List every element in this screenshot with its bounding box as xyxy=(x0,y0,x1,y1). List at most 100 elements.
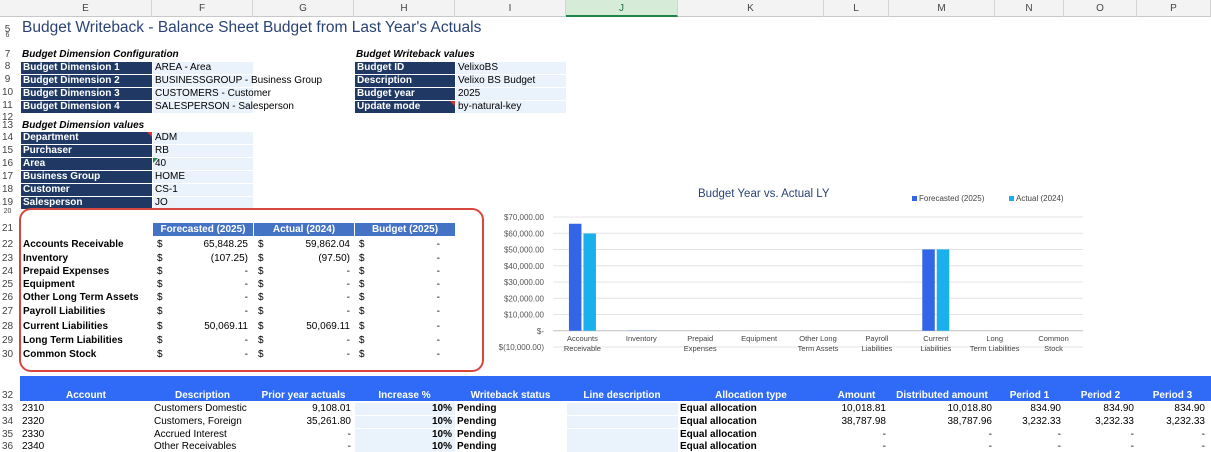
row-number[interactable]: 11 xyxy=(0,100,15,111)
detail-cell[interactable]: Pending xyxy=(457,416,496,428)
detail-cell[interactable]: Pending xyxy=(457,429,496,441)
detail-cell[interactable]: - xyxy=(995,429,1061,441)
row-number[interactable]: 26 xyxy=(0,292,15,303)
dim_config-value[interactable]: BUSINESSGROUP - Business Group xyxy=(153,75,322,87)
row-number[interactable]: 14 xyxy=(0,132,15,143)
detail-header[interactable]: Increase % xyxy=(354,390,455,401)
detail-header[interactable]: Period 2 xyxy=(1064,390,1137,401)
detail-cell[interactable]: Accrued Interest xyxy=(154,429,227,441)
row-number[interactable]: 10 xyxy=(0,87,15,98)
row-number[interactable]: 27 xyxy=(0,306,15,317)
detail-cell[interactable]: - xyxy=(1137,429,1205,441)
detail-cell[interactable]: - xyxy=(824,429,886,441)
detail-cell[interactable]: 38,787.98 xyxy=(824,416,887,428)
detail-header[interactable]: Allocation type xyxy=(678,390,824,401)
detail-header[interactable]: Line description xyxy=(566,390,678,401)
dim_config-value[interactable]: AREA - Area xyxy=(153,62,253,74)
column-header-k[interactable]: K xyxy=(678,0,824,17)
dim_values-value[interactable]: HOME xyxy=(153,171,253,183)
row-number[interactable]: 7 xyxy=(0,49,15,60)
row-number[interactable]: 6 xyxy=(0,32,15,39)
detail-header[interactable]: Prior year actuals xyxy=(253,390,354,401)
detail-cell[interactable]: 10,018.81 xyxy=(824,403,887,415)
detail-cell[interactable]: 2340 xyxy=(22,441,44,452)
detail-cell[interactable]: 10% xyxy=(354,429,452,441)
writeback-value[interactable]: by-natural-key xyxy=(456,101,566,113)
column-header-e[interactable]: E xyxy=(20,0,152,17)
detail-cell[interactable]: 10% xyxy=(354,416,452,428)
dim_config-value[interactable]: SALESPERSON - Salesperson xyxy=(153,101,294,113)
detail-cell[interactable]: Other Receivables xyxy=(154,441,236,452)
detail-cell[interactable]: Customers, Foreign xyxy=(154,416,242,428)
detail-cell[interactable]: Customers Domestic xyxy=(154,403,247,415)
row-number[interactable]: 36 xyxy=(0,441,15,452)
detail-header[interactable]: Account xyxy=(20,390,152,401)
detail-cell[interactable]: Equal allocation xyxy=(680,441,757,452)
detail-cell[interactable]: Pending xyxy=(457,441,496,452)
dim_values-value[interactable]: CS-1 xyxy=(153,184,253,196)
row-number[interactable]: 16 xyxy=(0,158,15,169)
detail-cell[interactable]: 834.90 xyxy=(995,403,1061,415)
row-number[interactable]: 23 xyxy=(0,253,15,264)
detail-cell[interactable]: 3,232.33 xyxy=(1064,416,1134,428)
detail-cell[interactable]: - xyxy=(824,441,886,452)
detail-cell[interactable]: - xyxy=(1137,441,1205,452)
column-header-n[interactable]: N xyxy=(995,0,1064,17)
detail-cell[interactable]: Equal allocation xyxy=(680,416,757,428)
writeback-value[interactable]: Velixo BS Budget xyxy=(456,75,566,87)
detail-cell[interactable]: - xyxy=(889,429,992,441)
row-number[interactable]: 35 xyxy=(0,429,15,440)
row-number[interactable]: 13 xyxy=(0,120,15,131)
detail-cell[interactable]: - xyxy=(253,441,351,452)
detail-cell[interactable]: Pending xyxy=(457,403,496,415)
dim_config-value[interactable]: CUSTOMERS - Customer xyxy=(153,88,271,100)
dim_values-value[interactable]: ADM xyxy=(153,132,253,144)
detail-cell[interactable]: Equal allocation xyxy=(680,429,757,441)
row-number[interactable]: 33 xyxy=(0,403,15,414)
detail-cell[interactable]: 10% xyxy=(354,441,452,452)
detail-cell[interactable]: 9,108.01 xyxy=(253,403,351,415)
detail-cell[interactable]: 35,261.80 xyxy=(253,416,352,428)
column-header-o[interactable]: O xyxy=(1064,0,1137,17)
row-number[interactable]: 17 xyxy=(0,171,15,182)
row-number[interactable]: 30 xyxy=(0,349,15,360)
row-number[interactable]: 18 xyxy=(0,184,15,195)
detail-cell[interactable]: Equal allocation xyxy=(680,403,757,415)
detail-cell[interactable]: 10% xyxy=(354,403,452,415)
detail-header[interactable]: Distributed amount xyxy=(889,390,995,401)
row-number[interactable]: 29 xyxy=(0,335,15,346)
row-number[interactable]: 20 xyxy=(0,208,15,215)
detail-header[interactable]: Period 1 xyxy=(995,390,1064,401)
writeback-value[interactable]: VelixoBS xyxy=(456,62,566,74)
row-number[interactable]: 15 xyxy=(0,145,15,156)
row-number[interactable]: 22 xyxy=(0,239,15,250)
column-header-i[interactable]: I xyxy=(455,0,566,17)
column-header-f[interactable]: F xyxy=(152,0,253,17)
detail-cell[interactable]: - xyxy=(1064,429,1134,441)
column-header-p[interactable]: P xyxy=(1137,0,1211,17)
column-header-m[interactable]: M xyxy=(889,0,995,17)
detail-cell[interactable]: - xyxy=(253,429,351,441)
row-number[interactable]: 34 xyxy=(0,416,15,427)
detail-cell[interactable]: - xyxy=(889,441,992,452)
detail-header[interactable]: Description xyxy=(152,390,253,401)
detail-cell[interactable]: 10,018.80 xyxy=(889,403,993,415)
detail-cell[interactable]: 38,787.96 xyxy=(889,416,993,428)
row-number[interactable]: 25 xyxy=(0,279,15,290)
column-header-l[interactable]: L xyxy=(824,0,889,17)
dim_values-value[interactable]: RB xyxy=(153,145,253,157)
detail-header[interactable]: Writeback status xyxy=(455,390,566,401)
column-header-j[interactable]: J xyxy=(566,0,678,17)
row-number[interactable]: 24 xyxy=(0,266,15,277)
detail-header[interactable]: Amount xyxy=(824,390,889,401)
column-header-g[interactable]: G xyxy=(253,0,354,17)
row-number[interactable]: 32 xyxy=(0,390,15,401)
writeback-value[interactable]: 2025 xyxy=(456,88,566,100)
detail-cell[interactable]: 2320 xyxy=(22,416,44,428)
column-header-h[interactable]: H xyxy=(354,0,455,17)
detail-header[interactable]: Period 3 xyxy=(1137,390,1208,401)
dim_values-value[interactable]: 40 xyxy=(153,158,253,170)
detail-cell[interactable]: 2330 xyxy=(22,429,44,441)
row-number[interactable]: 19 xyxy=(0,197,15,208)
detail-cell[interactable]: 3,232.33 xyxy=(995,416,1061,428)
